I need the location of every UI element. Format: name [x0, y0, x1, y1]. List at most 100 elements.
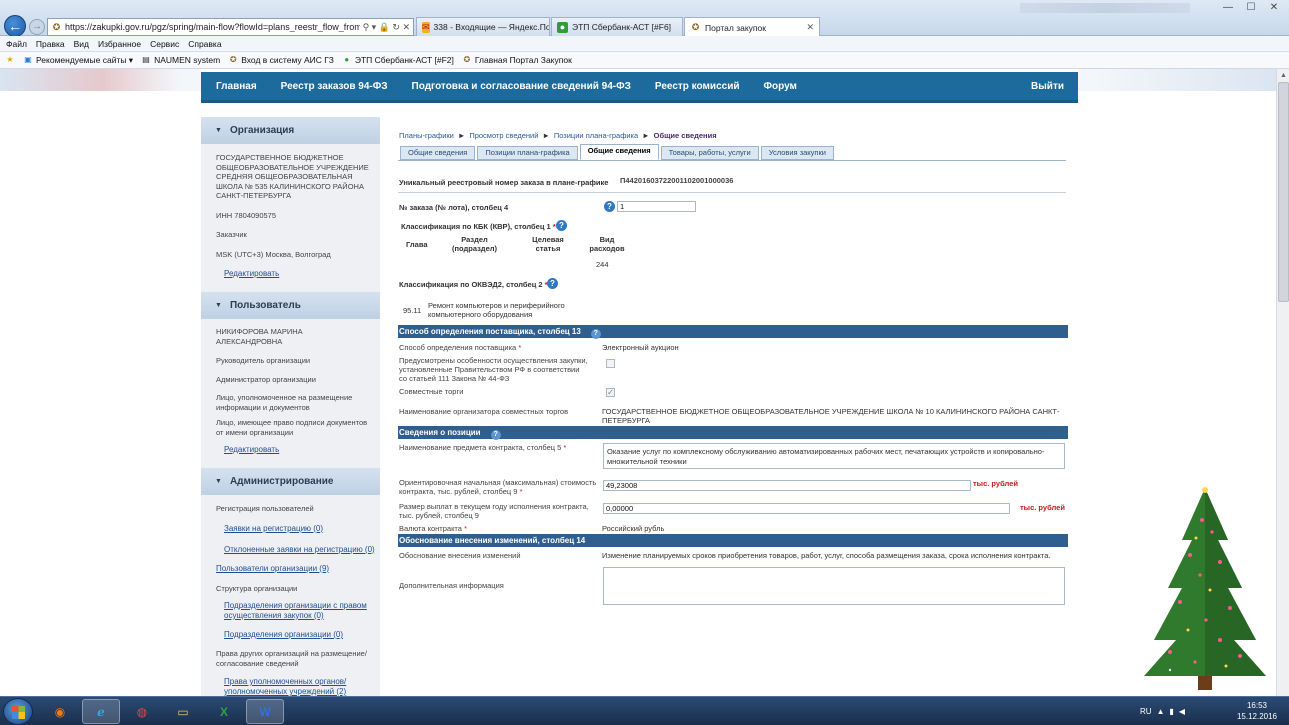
subdivisions-link[interactable]: Подразделения организации (0) [201, 630, 380, 640]
network-icon[interactable]: ▮ [1169, 707, 1173, 716]
chrome-icon[interactable]: ◍ [123, 699, 161, 724]
menu-view[interactable]: Вид [74, 39, 89, 49]
internet-explorer-icon[interactable]: ℯ [82, 699, 120, 724]
help-icon[interactable]: ? [490, 430, 501, 440]
subject-textarea[interactable]: Оказание услуг по комплексному обслужива… [603, 443, 1065, 469]
tab-zakupki-portal[interactable]: ✪ Портал закупок ✕ [684, 17, 820, 37]
nav-preparation[interactable]: Подготовка и согласование сведений 94-ФЗ [412, 81, 631, 92]
help-icon[interactable]: ? [556, 220, 567, 231]
user-name: НИКИФОРОВА МАРИНА АЛЕКСАНДРОВНА [216, 327, 303, 346]
sidebar-header-organization[interactable]: ▼ Организация [201, 117, 380, 144]
fav-ais-gz[interactable]: ✪ Вход в систему АИС ГЗ [228, 55, 334, 65]
forward-button[interactable]: → [29, 19, 45, 35]
favorites-bar: ★ ▣ Рекомендуемые сайты ▾ ▤ NAUMEN system … [0, 52, 1289, 69]
menu-favorites[interactable]: Избранное [98, 39, 141, 49]
menu-file[interactable]: Файл [6, 39, 27, 49]
nav-orders-registry[interactable]: Реестр заказов 94-ФЗ [281, 81, 388, 92]
kbk-label-text: Классификация по КБК (КВР), столбец 1 [401, 222, 551, 231]
collapse-triangle-icon: ▼ [215, 478, 222, 485]
org-timezone: MSK (UTC+3) Москва, Волгоград [216, 249, 331, 259]
word-icon[interactable]: W [246, 699, 284, 724]
address-controls-icon[interactable]: ⚲ ▾ 🔒 ↻ ✕ [360, 22, 413, 33]
scroll-up-icon[interactable]: ▲ [1277, 69, 1289, 82]
features-checkbox[interactable] [606, 359, 615, 368]
required-star: * [464, 524, 467, 533]
edit-user-link[interactable]: Редактировать [201, 445, 380, 455]
breadcrumb-plans[interactable]: Планы-графики [399, 131, 454, 140]
pay-field[interactable]: 0,00000 [603, 503, 1010, 514]
maximize-icon[interactable]: ☐ [1240, 2, 1262, 13]
breadcrumb-positions[interactable]: Позиции плана-графика [554, 131, 638, 140]
help-icon[interactable]: ? [547, 278, 558, 289]
breadcrumb-view[interactable]: Просмотр сведений [469, 131, 538, 140]
lot-label: № заказа (№ лота), столбец 4 [399, 203, 509, 212]
menu-edit[interactable]: Правка [36, 39, 65, 49]
breadcrumb-arrow-icon: ► [542, 131, 550, 140]
logout-link[interactable]: Выйти [1031, 81, 1064, 92]
sidebar-header-user[interactable]: ▼ Пользователь [201, 292, 380, 319]
addinfo-textarea[interactable] [603, 567, 1065, 605]
nav-forum[interactable]: Форум [764, 81, 797, 92]
fav-zakupki-main[interactable]: ✪ Главная Портал Закупок [462, 55, 572, 65]
tab-sberbank-ast[interactable]: ● ЭТП Сбербанк-АСТ [#F6] [551, 17, 683, 36]
section-title: Способ определения поставщика, столбец 1… [399, 327, 581, 336]
help-icon[interactable]: ? [604, 201, 615, 212]
language-indicator[interactable]: RU [1140, 707, 1152, 716]
volume-icon[interactable]: ◀ [1179, 707, 1185, 716]
menu-help[interactable]: Справка [188, 39, 221, 49]
favorites-star-icon[interactable]: ★ [5, 55, 15, 65]
page-scrollbar[interactable]: ▲ [1276, 69, 1289, 696]
tray-arrow-icon[interactable]: ▲ [1157, 707, 1165, 716]
reg-requests-link[interactable]: Заявки на регистрацию (0) [201, 524, 380, 534]
edit-organization-link[interactable]: Редактировать [201, 269, 380, 279]
tab-yandex-mail[interactable]: ✉ 338 - Входящие — Яндекс.По... [416, 17, 550, 36]
tab-general-plan[interactable]: Общие сведения [400, 146, 476, 160]
address-url[interactable]: https://zakupki.gov.ru/pgz/spring/main-f… [65, 22, 360, 32]
kbk-col-expense: Вид расходов [589, 235, 625, 253]
nav-home[interactable]: Главная [216, 81, 257, 92]
org-name: ГОСУДАРСТВЕННОЕ БЮДЖЕТНОЕ ОБЩЕОБРАЗОВАТЕ… [216, 153, 369, 200]
joint-checkbox[interactable]: ✓ [606, 388, 615, 397]
fav-label: NAUMEN system [154, 55, 221, 65]
sidebar-header-admin[interactable]: ▼ Администрирование [201, 468, 380, 495]
help-icon[interactable]: ? [590, 329, 601, 339]
fav-naumen[interactable]: ▤ NAUMEN system [141, 55, 220, 65]
scroll-thumb[interactable] [1278, 82, 1289, 302]
excel-icon[interactable]: X [205, 699, 243, 724]
window-title-blur [1020, 3, 1190, 13]
clock[interactable]: 16:53 15.12.2016 [1232, 700, 1282, 722]
section-position: Сведения о позиции? [398, 426, 1068, 440]
organizer-label: Наименование организатора совместных тор… [399, 407, 569, 416]
tab-plan-positions[interactable]: Позиции плана-графика [477, 146, 578, 160]
org-users-link[interactable]: Пользователи организации (9) [201, 564, 380, 574]
rejected-requests-link[interactable]: Отклоненные заявки на регистрацию (0) [201, 545, 380, 555]
address-bar[interactable]: ✪ https://zakupki.gov.ru/pgz/spring/main… [47, 18, 414, 36]
christmas-tree-icon [1144, 487, 1266, 690]
close-tab-icon[interactable]: ✕ [798, 22, 814, 33]
authorized-rights-link[interactable]: Права уполномоченных органов/ уполномоче… [201, 677, 380, 696]
tab-conditions[interactable]: Условия закупки [760, 146, 834, 160]
clock-time: 16:53 [1246, 701, 1268, 710]
firefox-icon[interactable]: ◉ [41, 699, 79, 724]
breadcrumb-current: Общие сведения [653, 131, 717, 140]
collapse-triangle-icon: ▼ [215, 302, 222, 309]
reg-number-label: Уникальный реестровый номер заказа в пла… [399, 178, 609, 187]
fav-label: ЭТП Сбербанк-АСТ [#F2] [354, 55, 454, 65]
back-button[interactable]: ← [4, 15, 26, 37]
menu-tools[interactable]: Сервис [150, 39, 179, 49]
nav-commissions[interactable]: Реестр комиссий [655, 81, 740, 92]
subdivisions-purchase-link[interactable]: Подразделения организации с правом осуще… [201, 601, 380, 621]
file-explorer-icon[interactable]: ▭ [164, 699, 202, 724]
breadcrumb: Планы-графики ► Просмотр сведений ► Позиции … [399, 131, 717, 140]
fav-label: Главная Портал Закупок [474, 55, 572, 65]
lot-number-field[interactable]: 1 [617, 201, 696, 212]
start-button[interactable] [3, 698, 33, 725]
org-inn: ИНН 7804090575 [216, 210, 277, 220]
fav-recommended[interactable]: ▣ Рекомендуемые сайты ▾ [23, 55, 133, 66]
tab-general-position[interactable]: Общие сведения [579, 144, 659, 160]
close-window-icon[interactable]: ✕ [1263, 2, 1285, 13]
fav-sberbank[interactable]: ● ЭТП Сбербанк-АСТ [#F2] [342, 55, 454, 65]
price-field[interactable]: 49,23008 [603, 480, 971, 491]
tab-goods-works[interactable]: Товары, работы, услуги [660, 146, 759, 160]
minimize-icon[interactable]: — [1217, 2, 1239, 13]
